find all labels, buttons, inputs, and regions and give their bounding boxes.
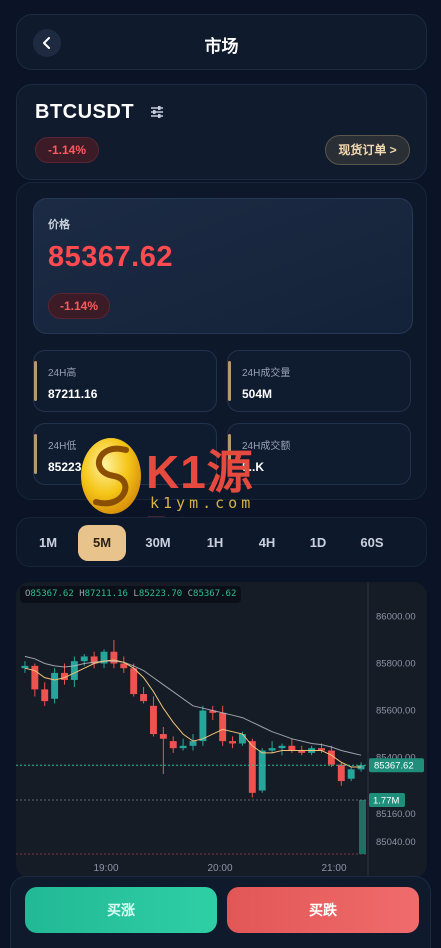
sliders-icon[interactable] <box>149 104 165 120</box>
candle-body <box>169 741 177 749</box>
tab-30m[interactable]: 30M <box>134 525 182 561</box>
y-tick-label: 85160.00 <box>376 809 416 820</box>
stat-accent-bar <box>34 361 37 401</box>
stat-label: 24H低 <box>48 441 77 452</box>
symbol-card: BTCUSDT -1.14% 现货订单 > <box>16 84 427 180</box>
symbol-change-badge: -1.14% <box>35 137 99 163</box>
ohlc-close: C85367.62 <box>187 589 237 599</box>
candle-body <box>238 734 246 744</box>
candle-body <box>189 741 197 746</box>
candle-body <box>70 661 78 680</box>
timeframe-tabs: 1M 5M 30M 1H 4H 1D 60S <box>16 517 427 567</box>
candle-body <box>337 764 345 782</box>
tab-1d[interactable]: 1D <box>294 525 342 561</box>
volume-bar <box>359 800 366 854</box>
watermark-logo: K1源码 k1ym.com <box>78 432 288 564</box>
stat-label: 24H成交量 <box>242 368 291 379</box>
candle-body <box>31 665 39 690</box>
symbol-name[interactable]: BTCUSDT <box>35 101 134 124</box>
top-bar: 市场 <box>16 14 427 70</box>
stat-24h-volume: 24H成交量 504M <box>227 350 411 412</box>
ohlc-high: H87211.16 <box>79 589 128 599</box>
candle-body <box>347 769 355 779</box>
candle-body <box>149 705 157 735</box>
ohlc-readout: O85367.62 H87211.16 L85223.70 C85367.62 <box>20 586 242 603</box>
y-tick-label: 85800.00 <box>376 659 416 670</box>
stat-label: 24H高 <box>48 368 77 379</box>
y-tick-label: 85040.00 <box>376 837 416 848</box>
price-label: 价格 <box>48 219 70 231</box>
candle-body <box>140 694 148 702</box>
candle-body <box>51 672 59 699</box>
volume-label: 1.77M <box>373 796 399 807</box>
tab-4h[interactable]: 4H <box>243 525 291 561</box>
ohlc-open: O85367.62 <box>25 589 74 599</box>
x-tick-label: 20:00 <box>207 863 232 874</box>
candle-body <box>248 741 256 793</box>
spot-order-button[interactable]: 现货订单 > <box>325 135 410 165</box>
candle-body <box>159 734 167 739</box>
ohlc-low: L85223.70 <box>133 589 183 599</box>
buy-up-button[interactable]: 买涨 <box>25 887 217 933</box>
candle-body <box>288 745 296 751</box>
candle-body <box>130 668 138 695</box>
stat-24h-high: 24H高 87211.16 <box>33 350 217 412</box>
page-title: 市场 <box>204 37 239 56</box>
candle-body <box>278 745 286 749</box>
stat-value: 87211.16 <box>48 387 98 401</box>
candle-body <box>179 745 187 749</box>
candle-body <box>229 741 237 744</box>
candle-body <box>21 665 29 669</box>
last-price-label: 85367.62 <box>374 761 414 772</box>
y-tick-label: 86000.00 <box>376 611 416 622</box>
buy-down-button[interactable]: 买跌 <box>227 887 419 933</box>
stat-accent-bar <box>34 434 37 474</box>
candle-body <box>80 656 88 662</box>
candle-body <box>268 748 276 751</box>
tab-5m[interactable]: 5M <box>78 525 126 561</box>
stat-value: 504M <box>242 387 273 401</box>
kline-chart-svg[interactable]: 86000.0085800.0085600.0085400.0085160.00… <box>16 582 427 878</box>
stat-accent-bar <box>228 361 231 401</box>
tab-1m[interactable]: 1M <box>24 525 72 561</box>
candle-body <box>327 750 335 765</box>
watermark-swirl-icon <box>81 438 141 514</box>
price-value: 85367.62 <box>48 241 173 273</box>
y-tick-label: 85600.00 <box>376 706 416 717</box>
price-change-badge: -1.14% <box>48 293 110 319</box>
candle-body <box>199 710 207 742</box>
candle-body <box>41 689 49 702</box>
tab-1h[interactable]: 1H <box>191 525 239 561</box>
bottom-action-bar: 买涨 买跌 <box>10 876 431 948</box>
x-tick-label: 21:00 <box>321 863 346 874</box>
tab-60s[interactable]: 60S <box>348 525 396 561</box>
x-tick-label: 19:00 <box>93 863 118 874</box>
price-card: 价格 85367.62 -1.14% <box>33 198 413 334</box>
candle-body <box>219 712 227 742</box>
kline-chart[interactable]: 86000.00 85800.00 85600.00 85400.00 85160.00… <box>16 582 427 878</box>
watermark-subtext: k1ym.com <box>150 494 255 512</box>
candle-body <box>258 750 266 791</box>
